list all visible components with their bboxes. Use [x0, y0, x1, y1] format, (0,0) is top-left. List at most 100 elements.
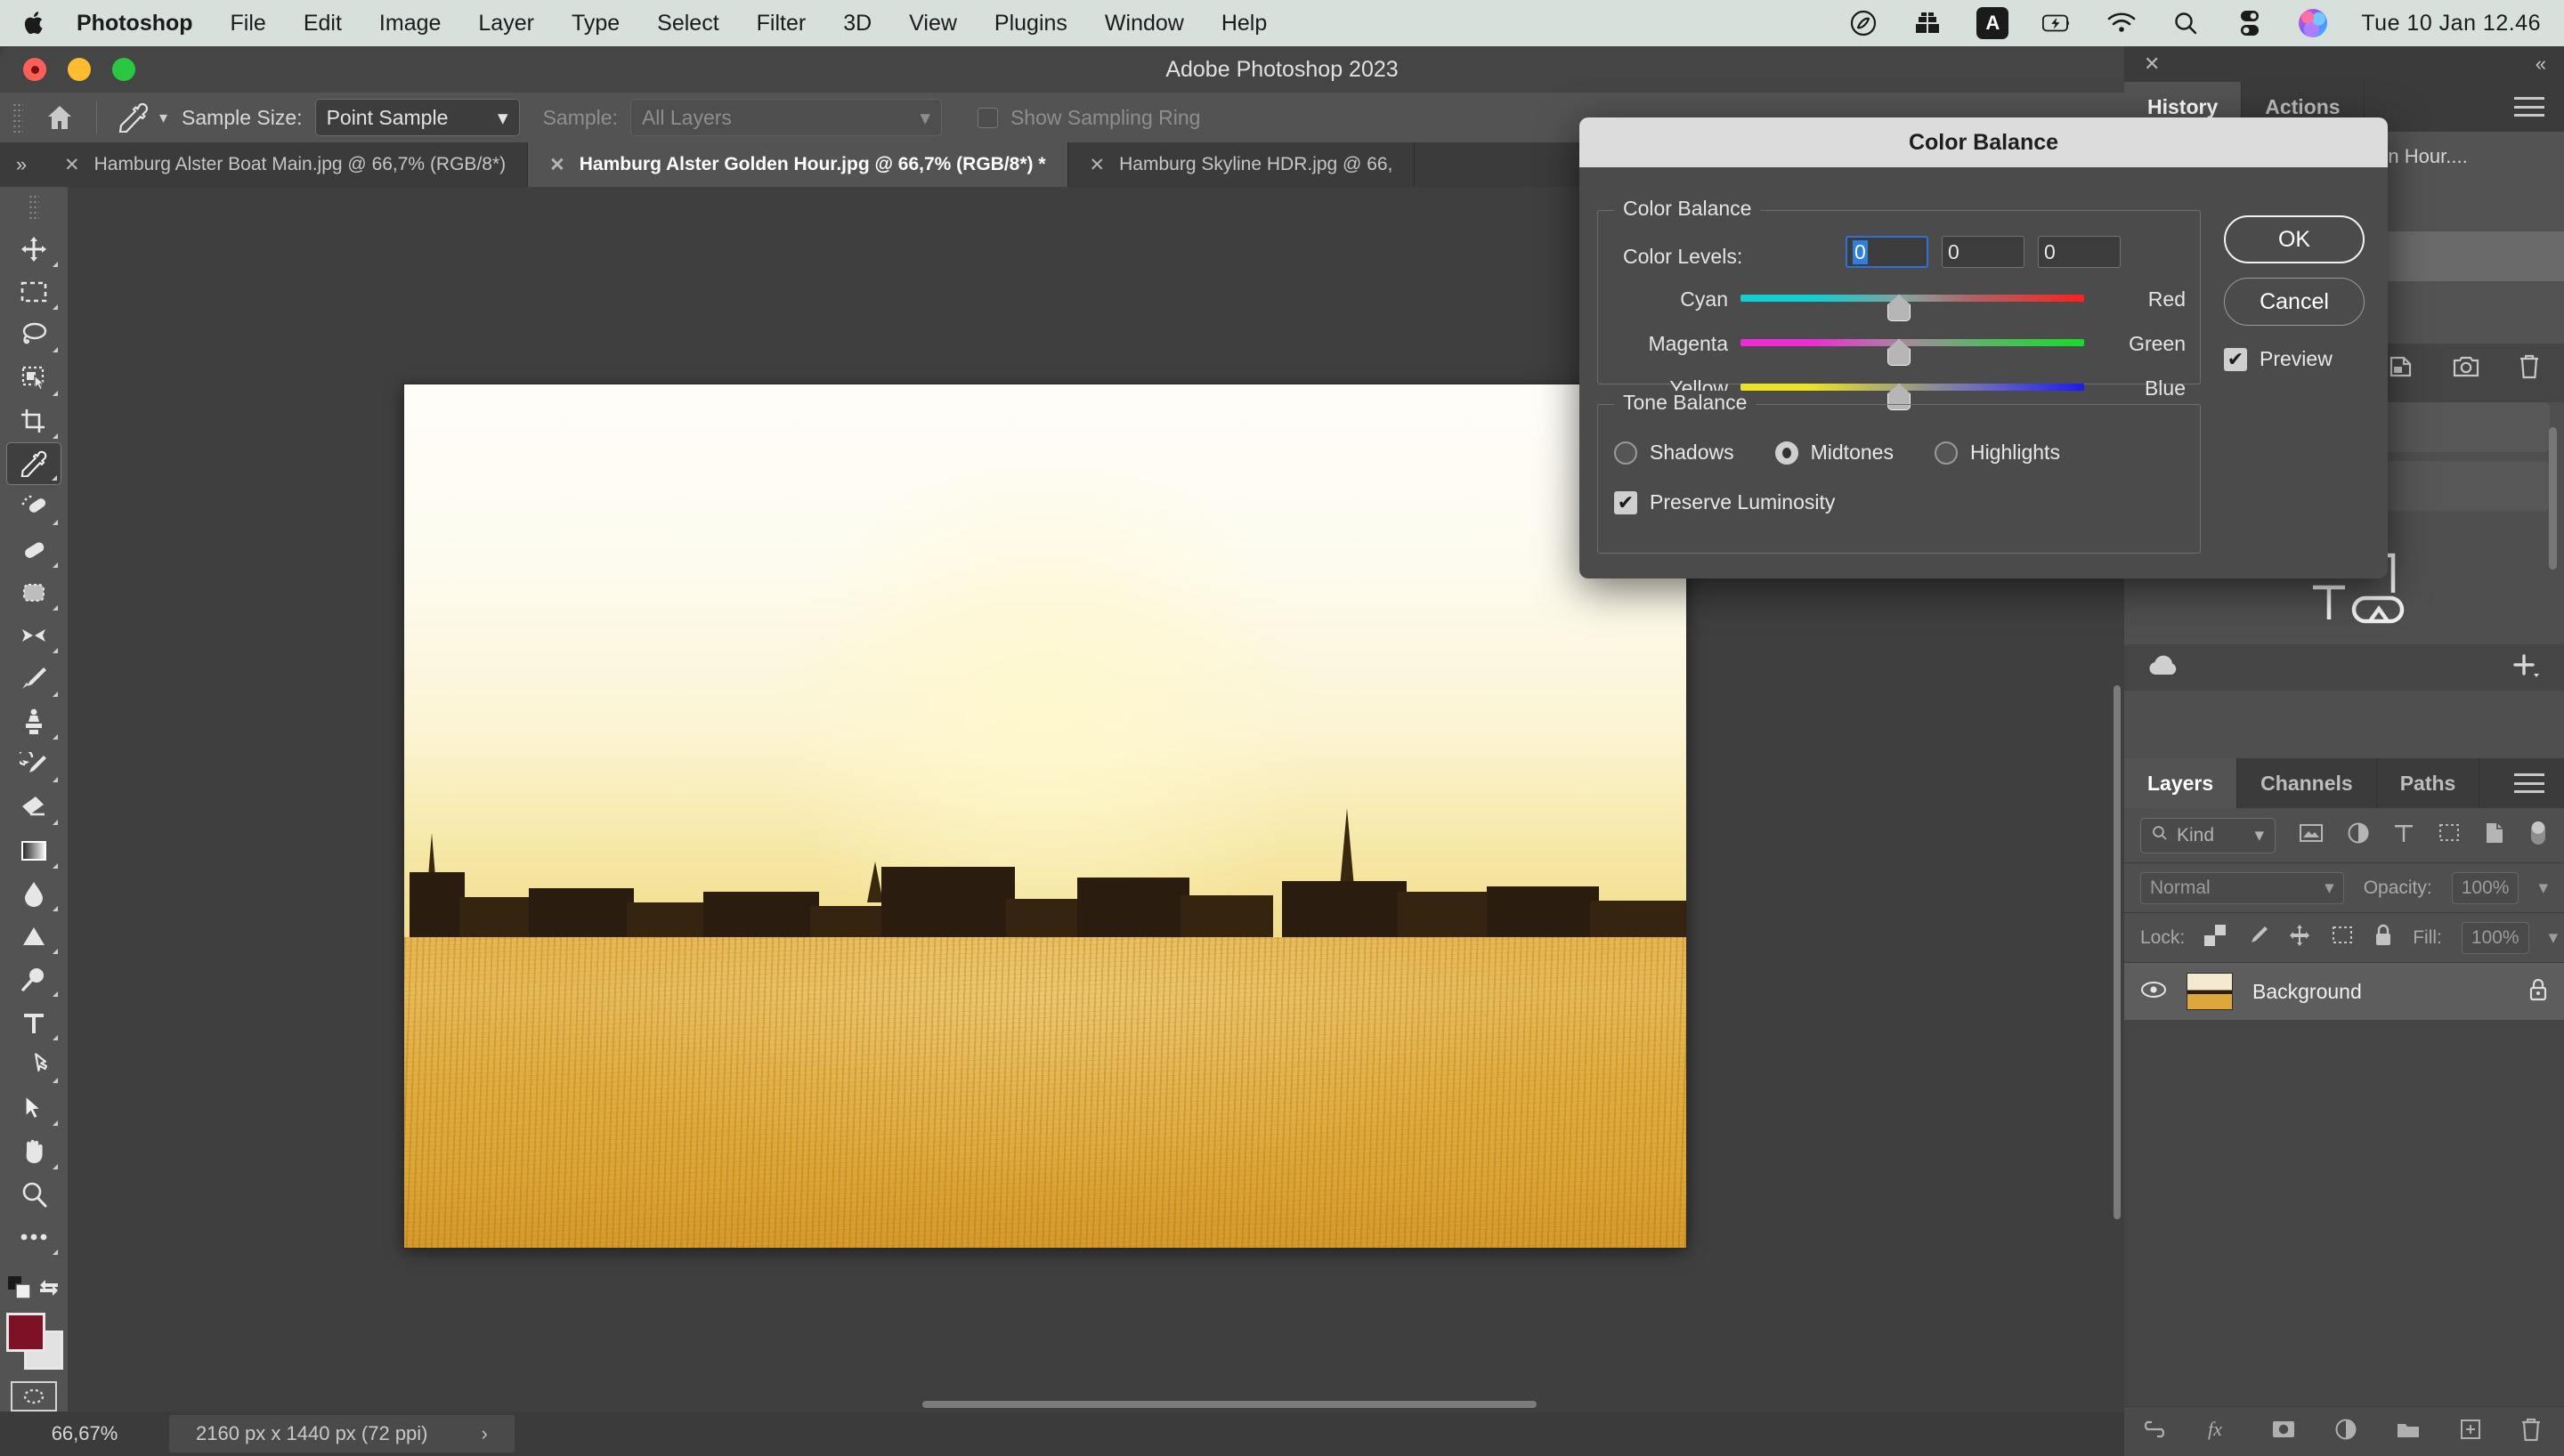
menu-item-type[interactable]: Type [572, 11, 620, 36]
radio-shadows[interactable] [1614, 441, 1637, 465]
layer-thumbnail[interactable] [2187, 973, 2233, 1010]
swap-colors-icon[interactable] [37, 1275, 61, 1305]
menu-item-plugins[interactable]: Plugins [994, 11, 1067, 36]
blur-tool[interactable] [6, 872, 61, 915]
close-icon[interactable]: ✕ [2144, 53, 2160, 76]
lock-image-pixels-icon[interactable] [2245, 925, 2268, 951]
ok-button[interactable]: OK [2224, 215, 2365, 263]
panel-menu-icon[interactable] [2514, 773, 2544, 793]
cyan-red-slider-track[interactable] [1740, 295, 2084, 302]
add-layer-mask-icon[interactable] [2270, 1419, 2297, 1444]
hand-tool[interactable] [6, 1129, 61, 1172]
eyedropper-tool[interactable] [6, 441, 61, 486]
menu-item-3d[interactable]: 3D [843, 11, 872, 36]
color-level-red-input[interactable]: 0 [1846, 236, 1928, 268]
zoom-level-field[interactable]: 66,67% [0, 1422, 169, 1445]
layers-list[interactable]: Background [2124, 963, 2564, 1020]
stack-icon[interactable] [1912, 8, 1943, 38]
layer-name[interactable]: Background [2252, 980, 2509, 1004]
delete-layer-icon[interactable] [2519, 1417, 2543, 1446]
close-icon[interactable]: ✕ [64, 154, 80, 176]
document-tab-golden-hour[interactable]: ✕ Hamburg Alster Golden Hour.jpg @ 66,7%… [528, 142, 1068, 187]
panel-menu-icon[interactable] [2514, 97, 2544, 117]
battery-charging-icon[interactable] [2042, 8, 2073, 38]
tab-paths[interactable]: Paths [2376, 758, 2480, 808]
filter-pixel-icon[interactable] [2299, 822, 2324, 848]
menu-item-image[interactable]: Image [379, 11, 441, 36]
new-layer-icon[interactable] [2459, 1418, 2482, 1445]
sample-size-select[interactable]: Point Sample ▾ [314, 99, 520, 136]
keyboard-layout-a-icon[interactable]: A [1976, 7, 2009, 39]
red-eye-tool[interactable] [6, 614, 61, 657]
menu-item-photoshop[interactable]: Photoshop [77, 11, 193, 36]
yellow-blue-slider-track[interactable] [1740, 384, 2084, 391]
options-bar-grip[interactable] [12, 102, 23, 133]
pen-tool[interactable] [6, 958, 61, 1000]
direct-selection-tool[interactable] [6, 1087, 61, 1129]
lasso-tool[interactable] [6, 313, 61, 356]
siri-icon[interactable] [2299, 9, 2328, 37]
new-group-icon[interactable] [2395, 1419, 2422, 1444]
menu-item-filter[interactable]: Filter [757, 11, 807, 36]
control-center-icon[interactable] [2235, 8, 2265, 38]
preserve-luminosity-row[interactable]: ✔ Preserve Luminosity [1614, 490, 1876, 514]
add-icon[interactable] [2511, 652, 2541, 684]
opacity-chevron-down-icon[interactable]: ▾ [2538, 877, 2548, 899]
foreground-color-swatch[interactable] [6, 1313, 45, 1353]
show-sampling-ring-toggle[interactable]: Show Sampling Ring [977, 106, 1213, 130]
rectangular-marquee-tool[interactable] [6, 271, 61, 313]
preview-checkbox[interactable]: ✔ [2224, 347, 2247, 371]
canvas-vertical-scrollbar-thumb[interactable] [2114, 685, 2121, 1219]
patch-tool[interactable] [6, 529, 61, 571]
color-level-green-input[interactable]: 0 [1942, 236, 2024, 268]
delete-state-icon[interactable] [2518, 353, 2541, 384]
object-selection-tool[interactable] [6, 356, 61, 399]
clone-stamp-tool[interactable] [6, 700, 61, 743]
filter-smart-object-icon[interactable] [2484, 821, 2505, 849]
lock-icon[interactable] [2528, 978, 2548, 1006]
document-tab-boat-main[interactable]: ✕ Hamburg Alster Boat Main.jpg @ 66,7% (… [43, 142, 529, 187]
lock-transparent-pixels-icon[interactable] [2204, 924, 2227, 951]
crop-tool[interactable] [6, 400, 61, 442]
menu-item-help[interactable]: Help [1221, 11, 1267, 36]
color-level-blue-input[interactable]: 0 [2038, 236, 2121, 268]
sample-select[interactable]: All Layers ▾ [629, 99, 942, 136]
eyedropper-icon[interactable] [110, 93, 158, 142]
minimize-window-button[interactable] [68, 58, 91, 81]
gradient-tool[interactable] [6, 829, 61, 871]
tool-preset-chevron-down-icon[interactable]: ▾ [159, 109, 167, 127]
libraries-scrollbar[interactable] [2549, 427, 2557, 570]
collapse-panels-icon[interactable]: « [2536, 53, 2546, 76]
lock-artboard-nesting-icon[interactable] [2331, 925, 2354, 951]
spot-healing-brush-tool[interactable] [6, 485, 61, 528]
new-document-from-state-icon[interactable] [2388, 353, 2414, 384]
blend-mode-select[interactable]: Normal ▾ [2140, 871, 2344, 904]
eraser-tool[interactable] [6, 786, 61, 829]
dodge-tool[interactable] [6, 915, 61, 958]
layer-filter-kind-select[interactable]: Kind ▾ [2140, 817, 2276, 853]
canvas-horizontal-scrollbar[interactable] [68, 1397, 2110, 1412]
zoom-tool[interactable] [6, 1173, 61, 1216]
menu-item-layer[interactable]: Layer [478, 11, 534, 36]
filter-type-icon[interactable] [2393, 822, 2414, 848]
home-icon[interactable] [36, 93, 84, 142]
radio-midtones[interactable] [1774, 441, 1798, 465]
canvas-horizontal-scrollbar-thumb[interactable] [922, 1401, 1537, 1408]
creative-cloud-icon[interactable] [1848, 8, 1878, 38]
magenta-green-slider-track[interactable] [1740, 339, 2084, 346]
layer-row-background[interactable]: Background [2124, 963, 2564, 1020]
lock-all-icon[interactable] [2373, 924, 2393, 952]
filter-adjustment-icon[interactable] [2347, 821, 2370, 849]
menu-item-edit[interactable]: Edit [304, 11, 342, 36]
content-aware-move-tool[interactable] [6, 571, 61, 614]
tab-layers[interactable]: Layers [2124, 758, 2238, 808]
eye-icon[interactable] [2140, 981, 2167, 1003]
create-snapshot-icon[interactable] [2452, 354, 2480, 384]
brush-tool[interactable] [6, 657, 61, 700]
cloud-icon[interactable] [2147, 655, 2179, 681]
close-icon[interactable]: ✕ [549, 154, 565, 176]
wifi-icon[interactable] [2106, 8, 2137, 38]
status-expand-chevron-icon[interactable]: › [482, 1422, 488, 1445]
history-brush-tool[interactable] [6, 743, 61, 786]
close-window-button[interactable] [23, 58, 46, 81]
